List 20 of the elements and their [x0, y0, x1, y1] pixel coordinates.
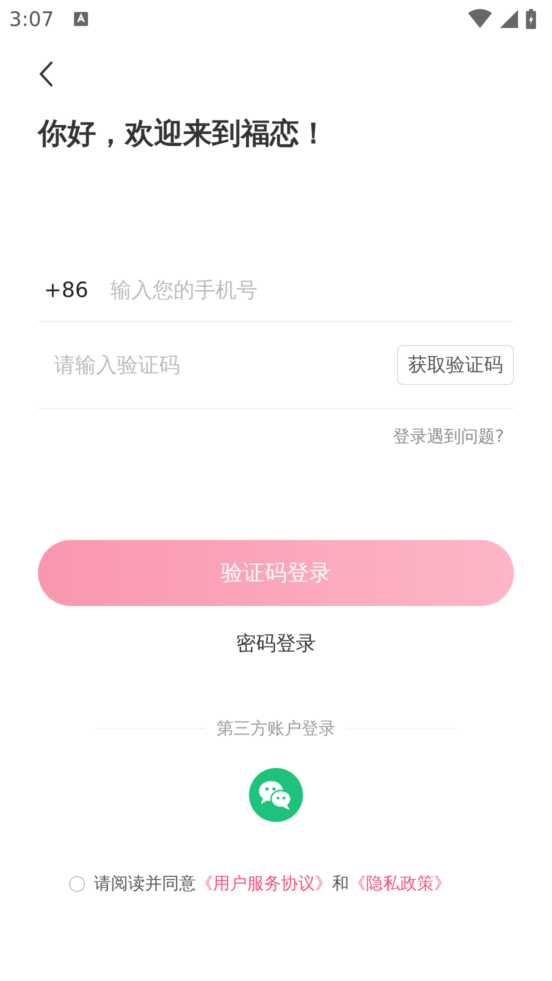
third-party-login-label: 第三方账户登录: [216, 718, 336, 740]
country-code[interactable]: +86: [38, 278, 88, 302]
welcome-title: 你好，欢迎来到福恋！: [38, 115, 329, 152]
agree-radio[interactable]: [69, 876, 85, 892]
wifi-icon: [468, 9, 492, 29]
chat-bubbles-icon[interactable]: [249, 768, 303, 822]
phone-input-field[interactable]: 输入您的手机号: [110, 278, 514, 302]
password-login-link[interactable]: 密码登录: [236, 630, 316, 657]
code-input-field[interactable]: 请输入验证码: [38, 353, 397, 377]
get-code-button[interactable]: 获取验证码: [397, 345, 514, 385]
user-agreement-link[interactable]: 《用户服务协议》: [196, 874, 332, 894]
keyboard-notification-icon: [74, 12, 88, 26]
battery-charging-icon: [526, 9, 536, 29]
back-icon[interactable]: [38, 60, 54, 88]
code-login-button[interactable]: 验证码登录: [38, 540, 514, 606]
privacy-policy-link[interactable]: 《隐私政策》: [349, 874, 451, 894]
help-link[interactable]: 登录遇到问题?: [392, 425, 504, 448]
agreement-text: 请阅读并同意《用户服务协议》和《隐私政策》: [94, 873, 451, 895]
status-time: 3:07: [9, 7, 54, 31]
signal-icon: [500, 10, 518, 28]
